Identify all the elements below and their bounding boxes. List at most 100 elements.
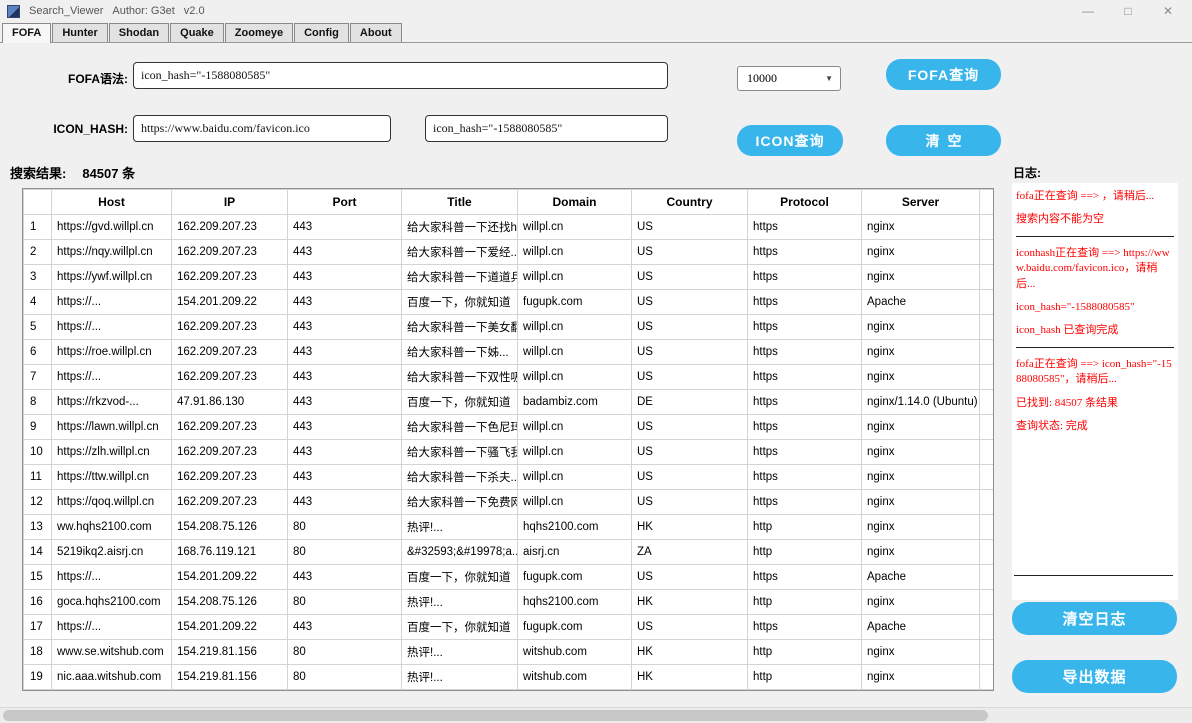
app-author: Author: G3et [112, 5, 175, 17]
cell-country: US [631, 464, 748, 490]
table-row[interactable]: 8 https://rkzvod-... 47.91.86.130 443 百度一下，你… [23, 389, 993, 415]
export-data-button[interactable]: 导出数据 [1012, 660, 1177, 693]
cell-ip: 162.209.207.23 [171, 364, 288, 390]
cell-ip: 162.209.207.23 [171, 464, 288, 490]
cell-title: 给大家科普一下美女翻... [401, 314, 518, 340]
titlebar: Search_Viewer Author: G3et v2.0 — □ ✕ [0, 0, 1192, 22]
cell-protocol: http [747, 514, 862, 540]
fofa-syntax-input[interactable] [133, 62, 668, 89]
cell-port: 80 [287, 664, 402, 690]
row-index: 5 [23, 314, 52, 340]
log-panel[interactable]: fofa正在查询 ==> ，请稍后... 搜索内容不能为空 iconhash正在查询… [1012, 183, 1178, 600]
table-row[interactable]: 9 https://lawn.willpl.cn 162.209.207.23 443… [23, 414, 993, 440]
cell-country: ZA [631, 539, 748, 565]
tab-config[interactable]: Config [294, 23, 349, 42]
table-row[interactable]: 12 https://qoq.willpl.cn 162.209.207.23 443… [23, 489, 993, 515]
cell-host: goca.hqhs2100.com [51, 589, 172, 615]
cell-host: https://ttw.willpl.cn [51, 464, 172, 490]
cell-host: https://gvd.willpl.cn [51, 214, 172, 240]
cell-server: nginx [861, 464, 980, 490]
cell-host: ww.hqhs2100.com [51, 514, 172, 540]
log-divider [1016, 346, 1174, 348]
cell-port: 443 [287, 314, 402, 340]
clear-button[interactable]: 清空 [886, 125, 1001, 156]
row-index: 1 [23, 214, 52, 240]
icon-url-input[interactable] [133, 115, 391, 142]
cell-host: https://... [51, 614, 172, 640]
cell-country: US [631, 414, 748, 440]
table-row[interactable]: 10 https://zlh.willpl.cn 162.209.207.23 443… [23, 439, 993, 465]
row-stub [979, 489, 993, 515]
cell-ip: 162.209.207.23 [171, 314, 288, 340]
chevron-down-icon: ▼ [825, 74, 833, 83]
fofa-query-button[interactable]: FOFA查询 [886, 59, 1001, 90]
row-index: 17 [23, 614, 52, 640]
row-index: 10 [23, 439, 52, 465]
close-button[interactable]: ✕ [1148, 0, 1188, 22]
cell-title: 热评!... [401, 514, 518, 540]
table-row[interactable]: 16 goca.hqhs2100.com 154.208.75.126 80 热评!..… [23, 589, 993, 615]
horizontal-scrollbar[interactable] [0, 707, 1192, 723]
cell-host: https://... [51, 289, 172, 315]
cell-domain: willpl.cn [517, 314, 632, 340]
tab-fofa[interactable]: FOFA [2, 23, 52, 43]
cell-protocol: https [747, 339, 862, 365]
cell-ip: 162.209.207.23 [171, 489, 288, 515]
maximize-button[interactable]: □ [1108, 0, 1148, 22]
cell-server: nginx [861, 214, 980, 240]
table-body: 1 https://gvd.willpl.cn 162.209.207.23 443 给… [23, 214, 993, 690]
row-stub [979, 464, 993, 490]
table-row[interactable]: 13 ww.hqhs2100.com 154.208.75.126 80 热评!... h… [23, 514, 993, 540]
cell-ip: 162.209.207.23 [171, 439, 288, 465]
log-entry: 搜索内容不能为空 [1016, 213, 1104, 226]
table-row[interactable]: 6 https://roe.willpl.cn 162.209.207.23 443 给… [23, 339, 993, 365]
cell-country: HK [631, 664, 748, 690]
tab-zoomeye[interactable]: Zoomeye [224, 23, 294, 42]
row-stub [979, 389, 993, 415]
cell-country: HK [631, 589, 748, 615]
table-row[interactable]: 3 https://ywf.willpl.cn 162.209.207.23 443 给… [23, 264, 993, 290]
minimize-button[interactable]: — [1068, 0, 1108, 22]
cell-server: nginx [861, 514, 980, 540]
table-row[interactable]: 5https://...162.209.207.23443给大家科普一下美女翻.… [23, 314, 993, 340]
app-version: v2.0 [183, 5, 205, 17]
row-index: 8 [23, 389, 52, 415]
cell-domain: hqhs2100.com [517, 514, 632, 540]
cell-title: 百度一下，你就知道 [401, 614, 518, 640]
table-row[interactable]: 17 https://... 154.201.209.22 443 百度一下，你就知道 f… [23, 614, 993, 640]
tab-hunter[interactable]: Hunter [52, 23, 108, 42]
cell-title: 给大家科普一下道道兵... [401, 264, 518, 290]
cell-domain: willpl.cn [517, 464, 632, 490]
cell-title: 热评!... [401, 664, 518, 690]
cell-country: DE [631, 389, 748, 415]
cell-protocol: http [747, 589, 862, 615]
table-row[interactable]: 4 https://... 154.201.209.22 443 百度一下，你就知道 fu… [23, 289, 993, 315]
cell-server: nginx [861, 439, 980, 465]
icon-hash-input[interactable] [425, 115, 668, 142]
cell-server: nginx [861, 364, 980, 390]
table-row[interactable]: 14 5219ikq2.aisrj.cn 168.76.119.121 80 &#325… [23, 539, 993, 565]
clear-log-button[interactable]: 清空日志 [1012, 602, 1177, 635]
cell-country: US [631, 439, 748, 465]
page-size-select[interactable]: 10000 ▼ [737, 66, 841, 91]
cell-ip: 154.208.75.126 [171, 589, 288, 615]
scrollbar-thumb[interactable] [3, 710, 988, 721]
table-row[interactable]: 2 https://nqy.willpl.cn 162.209.207.23 443 给… [23, 239, 993, 265]
table-row[interactable]: 19 nic.aaa.witshub.com 154.219.81.156 80 热评!… [23, 664, 993, 690]
tab-quake[interactable]: Quake [170, 23, 224, 42]
tab-shodan[interactable]: Shodan [108, 23, 170, 42]
cell-protocol: https [747, 289, 862, 315]
cell-ip: 154.219.81.156 [171, 664, 288, 690]
col-header-domain: Domain [517, 189, 632, 215]
table-row[interactable]: 11 https://ttw.willpl.cn 162.209.207.23 443… [23, 464, 993, 490]
table-row[interactable]: 1 https://gvd.willpl.cn 162.209.207.23 443 给… [23, 214, 993, 240]
cell-domain: fugupk.com [517, 614, 632, 640]
results-label: 搜索结果: [10, 166, 67, 181]
table-row[interactable]: 18 www.se.witshub.com 154.219.81.156 80 热评!.… [23, 639, 993, 665]
table-row[interactable]: 15 https://... 154.201.209.22 443 百度一下，你就知道 f… [23, 564, 993, 590]
icon-query-button[interactable]: ICON查询 [737, 125, 843, 156]
cell-server: nginx [861, 539, 980, 565]
cell-ip: 168.76.119.121 [171, 539, 288, 565]
table-row[interactable]: 7https://...162.209.207.23443给大家科普一下双性吸.… [23, 364, 993, 390]
tab-about[interactable]: About [349, 23, 402, 42]
